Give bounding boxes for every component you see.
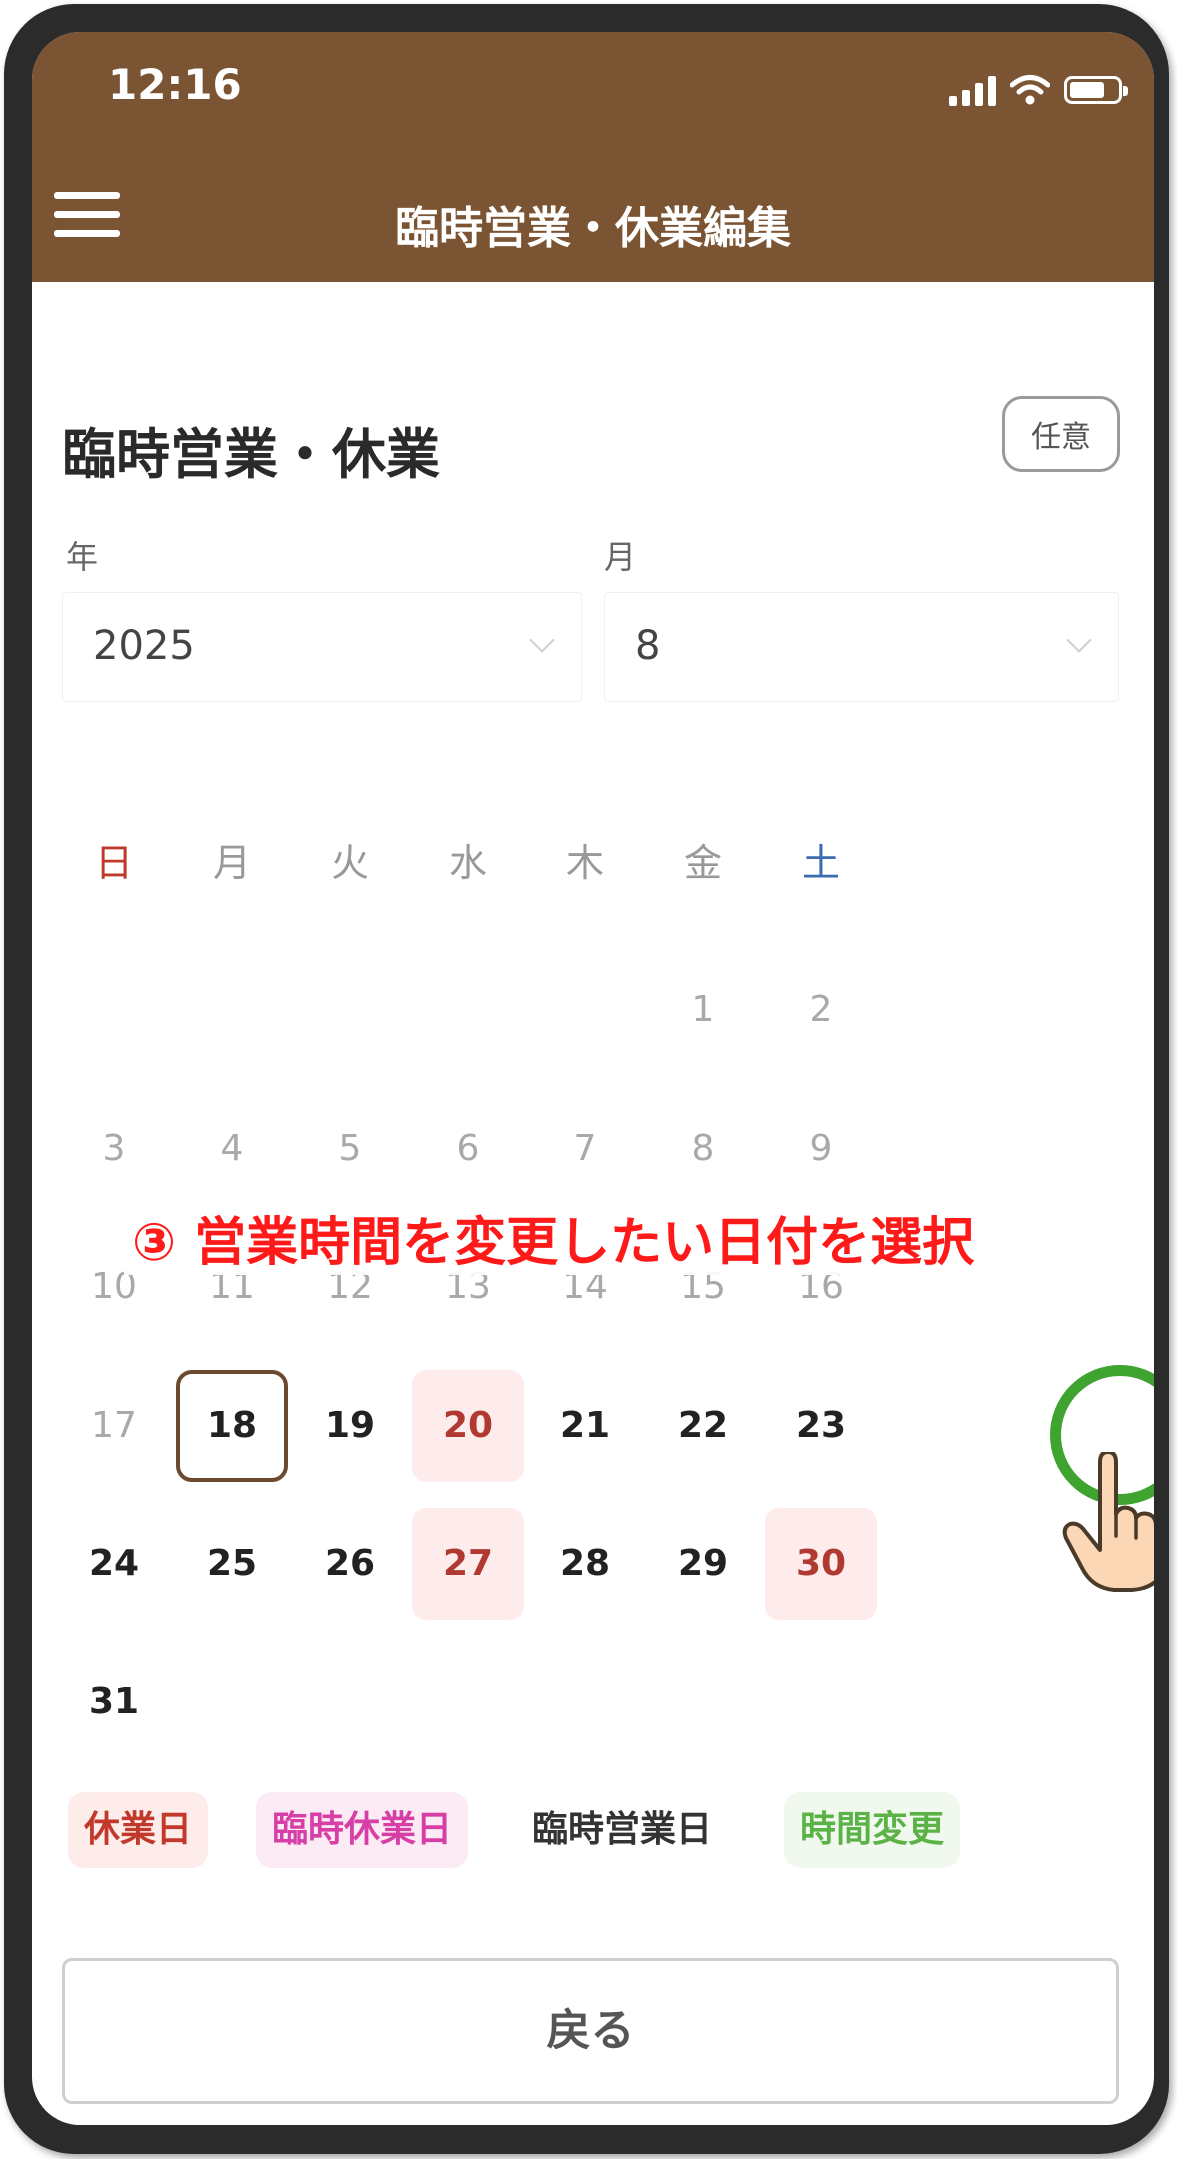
instruction-annotation: ③ 営業時間を変更したい日付を選択 [124,1200,983,1275]
calendar-day[interactable]: 25 [176,1508,288,1620]
calendar-day: 7 [573,1128,597,1169]
calendar-day: 5 [338,1128,362,1169]
calendar-day[interactable]: 24 [58,1508,170,1620]
year-label: 年 [66,538,99,576]
calendar-day[interactable]: 26 [294,1508,406,1620]
weekday-header: 月 [212,841,251,885]
calendar-day[interactable]: 19 [294,1370,406,1482]
calendar-day[interactable]: 20 [412,1370,524,1482]
calendar-day: 1 [691,989,715,1030]
month-select-value: 8 [635,623,661,669]
month-label: 月 [604,538,637,576]
calendar-day: 4 [220,1128,244,1169]
status-time: 12:16 [108,60,242,109]
year-select[interactable]: 2025 [62,592,582,702]
calendar-day[interactable]: 22 [647,1370,759,1482]
calendar-day[interactable]: 31 [58,1646,170,1758]
chevron-down-icon [529,627,555,653]
calendar-day[interactable]: 18 [176,1370,288,1482]
status-icons [949,70,1128,110]
legend-chip: 臨時休業日 [256,1792,469,1868]
app-screen: 12:16 臨時営業・休業編集 臨時営業・休業 任意 年 2025 月 8 日 … [32,32,1154,2125]
legend-chip: 休業日 [68,1792,209,1868]
weekday-header: 木 [565,841,604,885]
pointing-hand-icon [1062,1452,1154,1592]
calendar-day[interactable]: 23 [765,1370,877,1482]
weekday-header: 金 [683,841,722,885]
weekday-header: 水 [448,841,487,885]
calendar-day[interactable]: 21 [529,1370,641,1482]
phone-frame: 12:16 臨時営業・休業編集 臨時営業・休業 任意 年 2025 月 8 日 … [4,4,1169,2154]
back-button[interactable]: 戻る [62,1958,1119,2104]
calendar-day[interactable]: 30 [765,1508,877,1620]
weekday-header: 土 [801,841,840,885]
calendar-day: 17 [91,1405,137,1446]
calendar-day: 9 [809,1128,833,1169]
section-title: 臨時営業・休業 [62,423,440,486]
calendar-day[interactable]: 28 [529,1508,641,1620]
app-bar-title: 臨時営業・休業編集 [395,203,791,254]
calendar-day: 6 [456,1128,480,1169]
weekday-header: 火 [330,841,369,885]
calendar-day: 3 [102,1128,126,1169]
calendar-day: 2 [809,989,833,1030]
app-bar: 12:16 臨時営業・休業編集 [32,32,1154,282]
chevron-down-icon [1066,627,1092,653]
calendar-day: 8 [691,1128,715,1169]
month-select[interactable]: 8 [604,592,1119,702]
wifi-icon [1010,75,1050,105]
calendar-day[interactable]: 29 [647,1508,759,1620]
cellular-signal-icon [949,74,996,106]
year-select-value: 2025 [93,623,195,669]
calendar-day[interactable]: 27 [412,1508,524,1620]
weekday-header: 日 [94,841,133,885]
legend-chip: 時間変更 [784,1792,961,1868]
legend-chip: 臨時営業日 [516,1792,729,1868]
optional-badge: 任意 [1002,396,1120,472]
battery-icon [1064,76,1128,104]
